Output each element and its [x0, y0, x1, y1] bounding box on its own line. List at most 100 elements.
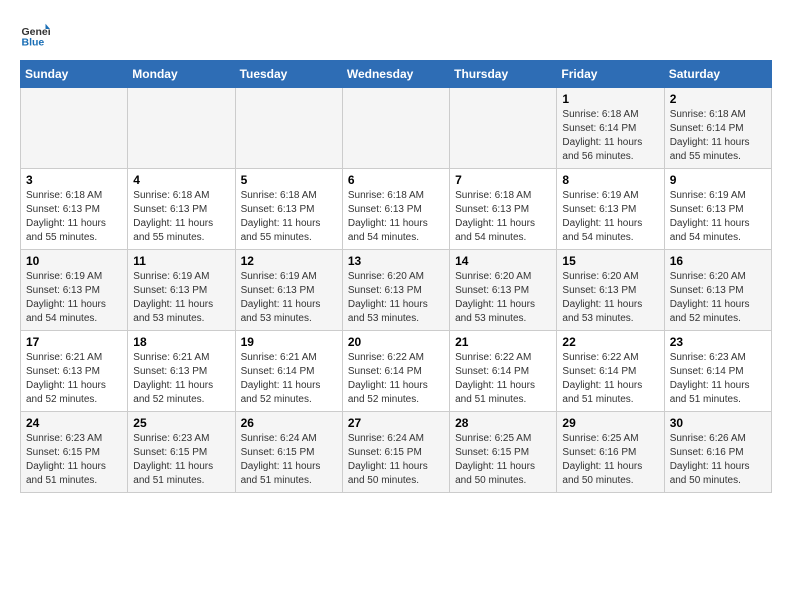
weekday-header-wednesday: Wednesday [342, 61, 449, 88]
logo: General Blue [20, 20, 50, 50]
day-info: Sunrise: 6:18 AM Sunset: 6:13 PM Dayligh… [26, 189, 122, 245]
day-number: 11 [133, 254, 229, 268]
calendar-table: SundayMondayTuesdayWednesdayThursdayFrid… [20, 60, 772, 493]
day-info: Sunrise: 6:20 AM Sunset: 6:13 PM Dayligh… [348, 270, 444, 326]
day-number: 1 [562, 92, 658, 106]
calendar-cell: 9 Sunrise: 6:19 AM Sunset: 6:13 PM Daylig… [664, 169, 771, 250]
calendar-cell: 3 Sunrise: 6:18 AM Sunset: 6:13 PM Daylig… [21, 169, 128, 250]
calendar-cell: 5 Sunrise: 6:18 AM Sunset: 6:13 PM Daylig… [235, 169, 342, 250]
day-number: 24 [26, 416, 122, 430]
day-info: Sunrise: 6:23 AM Sunset: 6:15 PM Dayligh… [133, 432, 229, 488]
day-number: 6 [348, 173, 444, 187]
calendar-cell: 6 Sunrise: 6:18 AM Sunset: 6:13 PM Daylig… [342, 169, 449, 250]
calendar-cell: 25 Sunrise: 6:23 AM Sunset: 6:15 PM Dayli… [128, 412, 235, 493]
day-number: 19 [241, 335, 337, 349]
svg-text:Blue: Blue [22, 37, 45, 49]
calendar-cell: 18 Sunrise: 6:21 AM Sunset: 6:13 PM Dayli… [128, 331, 235, 412]
day-number: 15 [562, 254, 658, 268]
calendar-cell [21, 88, 128, 169]
day-info: Sunrise: 6:18 AM Sunset: 6:13 PM Dayligh… [241, 189, 337, 245]
day-info: Sunrise: 6:18 AM Sunset: 6:14 PM Dayligh… [670, 108, 766, 164]
day-info: Sunrise: 6:24 AM Sunset: 6:15 PM Dayligh… [348, 432, 444, 488]
calendar-week-3: 10 Sunrise: 6:19 AM Sunset: 6:13 PM Dayli… [21, 250, 772, 331]
day-number: 18 [133, 335, 229, 349]
day-info: Sunrise: 6:20 AM Sunset: 6:13 PM Dayligh… [455, 270, 551, 326]
day-number: 7 [455, 173, 551, 187]
calendar-cell: 30Sunrise: 6:26 AM Sunset: 6:16 PM Dayli… [664, 412, 771, 493]
day-number: 2 [670, 92, 766, 106]
day-info: Sunrise: 6:25 AM Sunset: 6:16 PM Dayligh… [562, 432, 658, 488]
day-info: Sunrise: 6:19 AM Sunset: 6:13 PM Dayligh… [133, 270, 229, 326]
day-number: 27 [348, 416, 444, 430]
calendar-cell [235, 88, 342, 169]
day-number: 9 [670, 173, 766, 187]
calendar-cell: 12 Sunrise: 6:19 AM Sunset: 6:13 PM Dayli… [235, 250, 342, 331]
calendar-cell: 8 Sunrise: 6:19 AM Sunset: 6:13 PM Daylig… [557, 169, 664, 250]
day-info: Sunrise: 6:24 AM Sunset: 6:15 PM Dayligh… [241, 432, 337, 488]
day-number: 28 [455, 416, 551, 430]
calendar-cell: 22Sunrise: 6:22 AM Sunset: 6:14 PM Dayli… [557, 331, 664, 412]
day-info: Sunrise: 6:18 AM Sunset: 6:14 PM Dayligh… [562, 108, 658, 164]
day-info: Sunrise: 6:19 AM Sunset: 6:13 PM Dayligh… [562, 189, 658, 245]
calendar-cell: 19 Sunrise: 6:21 AM Sunset: 6:14 PM Dayli… [235, 331, 342, 412]
day-number: 5 [241, 173, 337, 187]
calendar-cell: 27 Sunrise: 6:24 AM Sunset: 6:15 PM Dayli… [342, 412, 449, 493]
calendar-cell: 13Sunrise: 6:20 AM Sunset: 6:13 PM Dayli… [342, 250, 449, 331]
weekday-header-monday: Monday [128, 61, 235, 88]
day-info: Sunrise: 6:21 AM Sunset: 6:14 PM Dayligh… [241, 351, 337, 407]
calendar-cell [342, 88, 449, 169]
day-info: Sunrise: 6:25 AM Sunset: 6:15 PM Dayligh… [455, 432, 551, 488]
calendar-cell: 15 Sunrise: 6:20 AM Sunset: 6:13 PM Dayli… [557, 250, 664, 331]
day-number: 26 [241, 416, 337, 430]
calendar-cell: 29 Sunrise: 6:25 AM Sunset: 6:16 PM Dayli… [557, 412, 664, 493]
weekday-header-sunday: Sunday [21, 61, 128, 88]
day-number: 3 [26, 173, 122, 187]
day-number: 8 [562, 173, 658, 187]
calendar-header-row: SundayMondayTuesdayWednesdayThursdayFrid… [21, 61, 772, 88]
day-number: 29 [562, 416, 658, 430]
day-info: Sunrise: 6:19 AM Sunset: 6:13 PM Dayligh… [241, 270, 337, 326]
day-number: 23 [670, 335, 766, 349]
day-number: 12 [241, 254, 337, 268]
calendar-cell: 4 Sunrise: 6:18 AM Sunset: 6:13 PM Daylig… [128, 169, 235, 250]
calendar-cell [450, 88, 557, 169]
weekday-header-tuesday: Tuesday [235, 61, 342, 88]
day-info: Sunrise: 6:19 AM Sunset: 6:13 PM Dayligh… [26, 270, 122, 326]
day-info: Sunrise: 6:21 AM Sunset: 6:13 PM Dayligh… [133, 351, 229, 407]
calendar-cell: 11 Sunrise: 6:19 AM Sunset: 6:13 PM Dayli… [128, 250, 235, 331]
day-number: 30 [670, 416, 766, 430]
calendar-cell: 7Sunrise: 6:18 AM Sunset: 6:13 PM Daylig… [450, 169, 557, 250]
calendar-cell: 10 Sunrise: 6:19 AM Sunset: 6:13 PM Dayli… [21, 250, 128, 331]
calendar-cell: 20Sunrise: 6:22 AM Sunset: 6:14 PM Dayli… [342, 331, 449, 412]
day-info: Sunrise: 6:22 AM Sunset: 6:14 PM Dayligh… [455, 351, 551, 407]
day-info: Sunrise: 6:20 AM Sunset: 6:13 PM Dayligh… [670, 270, 766, 326]
calendar-cell: 1 Sunrise: 6:18 AM Sunset: 6:14 PM Daylig… [557, 88, 664, 169]
calendar-week-1: 1 Sunrise: 6:18 AM Sunset: 6:14 PM Daylig… [21, 88, 772, 169]
day-info: Sunrise: 6:23 AM Sunset: 6:15 PM Dayligh… [26, 432, 122, 488]
day-number: 4 [133, 173, 229, 187]
calendar-cell: 26 Sunrise: 6:24 AM Sunset: 6:15 PM Dayli… [235, 412, 342, 493]
day-info: Sunrise: 6:22 AM Sunset: 6:14 PM Dayligh… [348, 351, 444, 407]
weekday-header-friday: Friday [557, 61, 664, 88]
day-number: 14 [455, 254, 551, 268]
calendar-cell: 16Sunrise: 6:20 AM Sunset: 6:13 PM Dayli… [664, 250, 771, 331]
day-info: Sunrise: 6:18 AM Sunset: 6:13 PM Dayligh… [348, 189, 444, 245]
calendar-cell: 17Sunrise: 6:21 AM Sunset: 6:13 PM Dayli… [21, 331, 128, 412]
calendar-week-2: 3 Sunrise: 6:18 AM Sunset: 6:13 PM Daylig… [21, 169, 772, 250]
calendar-week-4: 17Sunrise: 6:21 AM Sunset: 6:13 PM Dayli… [21, 331, 772, 412]
day-info: Sunrise: 6:21 AM Sunset: 6:13 PM Dayligh… [26, 351, 122, 407]
day-info: Sunrise: 6:19 AM Sunset: 6:13 PM Dayligh… [670, 189, 766, 245]
calendar-cell: 23Sunrise: 6:23 AM Sunset: 6:14 PM Dayli… [664, 331, 771, 412]
calendar-cell: 24 Sunrise: 6:23 AM Sunset: 6:15 PM Dayli… [21, 412, 128, 493]
calendar-cell: 21 Sunrise: 6:22 AM Sunset: 6:14 PM Dayli… [450, 331, 557, 412]
day-number: 25 [133, 416, 229, 430]
day-info: Sunrise: 6:18 AM Sunset: 6:13 PM Dayligh… [133, 189, 229, 245]
day-number: 10 [26, 254, 122, 268]
weekday-header-saturday: Saturday [664, 61, 771, 88]
day-info: Sunrise: 6:20 AM Sunset: 6:13 PM Dayligh… [562, 270, 658, 326]
day-number: 21 [455, 335, 551, 349]
day-number: 22 [562, 335, 658, 349]
calendar-week-5: 24 Sunrise: 6:23 AM Sunset: 6:15 PM Dayli… [21, 412, 772, 493]
logo-icon: General Blue [20, 20, 50, 50]
page-header: General Blue [20, 20, 772, 50]
